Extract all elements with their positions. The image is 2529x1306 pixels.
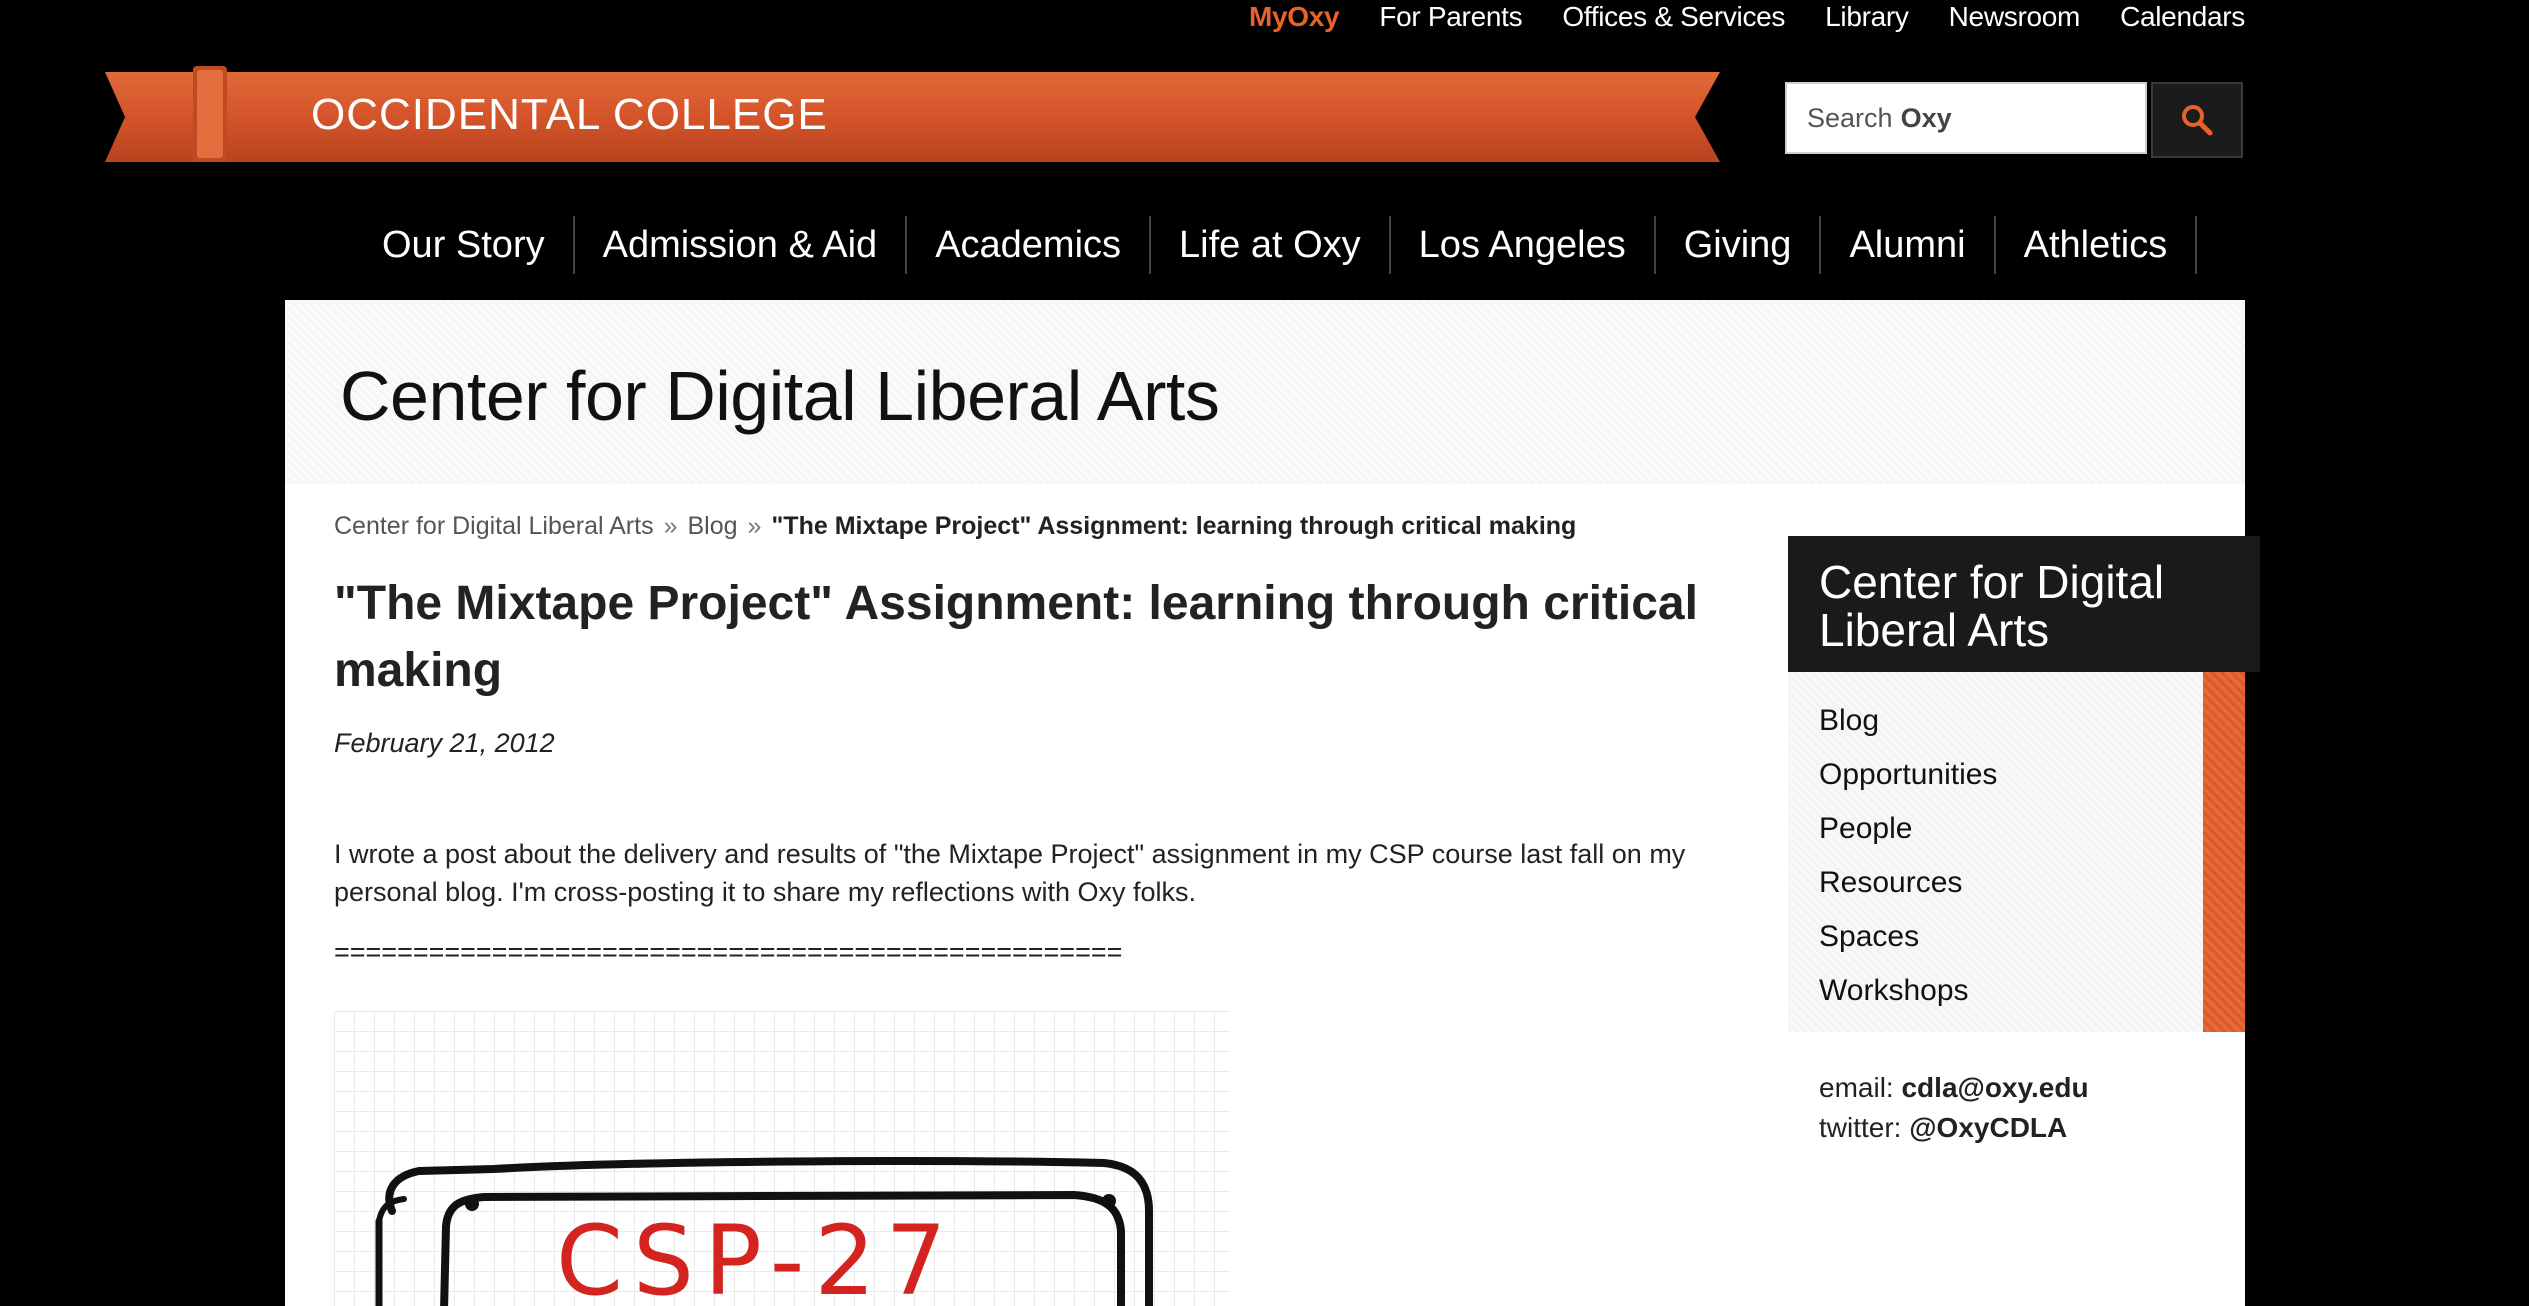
contact-email-link[interactable]: cdla@oxy.edu [1901,1072,2088,1103]
sidebar-item-blog[interactable]: Blog [1788,694,2245,748]
utility-link-offices[interactable]: Offices & Services [1562,1,1785,33]
breadcrumb: Center for Digital Liberal Arts » Blog » "Th… [334,512,1576,541]
page: MyOxy For Parents Offices & Services Lib… [0,0,2529,1306]
main-nav: Our Story Admission & Aid Academics Life… [358,216,2198,274]
sidebar-item-opportunities[interactable]: Opportunities [1788,748,2245,802]
nav-item-academics[interactable]: Academics [907,216,1152,274]
sidebar-item-resources[interactable]: Resources [1788,856,2245,910]
section-title: Center for Digital Liberal Arts [340,357,1220,435]
nav-item-admission[interactable]: Admission & Aid [575,216,908,274]
sidebar: Center for Digital Liberal Arts Blog Opp… [1788,536,2260,1148]
sidebar-item-workshops[interactable]: Workshops [1788,964,2245,1018]
contact-email-row: email: cdla@oxy.edu [1819,1068,2260,1108]
contact-twitter-row: twitter: @OxyCDLA [1819,1108,2260,1148]
contact-email-label: email: [1819,1072,1894,1103]
search-placeholder-prefix: Search [1807,102,1893,133]
article-date: February 21, 2012 [334,728,555,758]
sidebar-item-people[interactable]: People [1788,802,2245,856]
article-title: "The Mixtape Project" Assignment: learni… [334,577,1698,697]
search-icon [2182,105,2213,136]
article-image: CSP-27 [334,1011,1230,1306]
content-area: Center for Digital Liberal Arts Center f… [285,300,2260,1306]
article: "The Mixtape Project" Assignment: learni… [334,570,1754,968]
nav-item-athletics[interactable]: Athletics [1996,216,2198,274]
image-caption-text: CSP-27 [556,1205,957,1306]
breadcrumb-link-blog[interactable]: Blog [688,512,738,540]
search-button[interactable] [2151,82,2243,158]
utility-link-myoxy[interactable]: MyOxy [1249,1,1340,33]
contact-twitter-label: twitter: [1819,1112,1902,1143]
breadcrumb-separator: » [747,512,762,540]
search-placeholder-bold: Oxy [1900,102,1952,133]
nav-item-los-angeles[interactable]: Los Angeles [1391,216,1656,274]
article-body: I wrote a post about the delivery and re… [334,839,1686,907]
breadcrumb-link-cdla[interactable]: Center for Digital Liberal Arts [334,512,654,540]
sidebar-title[interactable]: Center for Digital Liberal Arts [1788,536,2260,672]
sidebar-contact: email: cdla@oxy.edu twitter: @OxyCDLA [1788,1068,2260,1148]
utility-link-parents[interactable]: For Parents [1379,1,1522,33]
nav-item-our-story[interactable]: Our Story [358,216,575,274]
sidebar-item-spaces[interactable]: Spaces [1788,910,2245,964]
contact-twitter-link[interactable]: @OxyCDLA [1909,1112,2067,1143]
college-banner[interactable]: OCCIDENTAL COLLEGE [105,66,1720,162]
search-input[interactable]: Search Oxy [1785,82,2147,154]
cassette-drawing-icon: CSP-27 [375,1157,1153,1306]
utility-link-calendars[interactable]: Calendars [2120,1,2245,33]
nav-item-alumni[interactable]: Alumni [1821,216,1996,274]
breadcrumb-current: "The Mixtape Project" Assignment: learni… [771,512,1577,540]
college-name: OCCIDENTAL COLLEGE [311,90,828,139]
nav-item-giving[interactable]: Giving [1656,216,1822,274]
article-divider: ========================================… [334,937,1123,967]
utility-nav: MyOxy For Parents Offices & Services Lib… [1209,0,2245,34]
breadcrumb-separator: » [663,512,678,540]
sidebar-menu: Blog Opportunities People Resources Spac… [1788,672,2245,1032]
nav-item-life-at-oxy[interactable]: Life at Oxy [1151,216,1391,274]
section-header: Center for Digital Liberal Arts [285,300,2245,484]
site-search: Search Oxy [1785,82,2243,158]
utility-link-library[interactable]: Library [1825,1,1909,33]
utility-link-newsroom[interactable]: Newsroom [1949,1,2081,33]
